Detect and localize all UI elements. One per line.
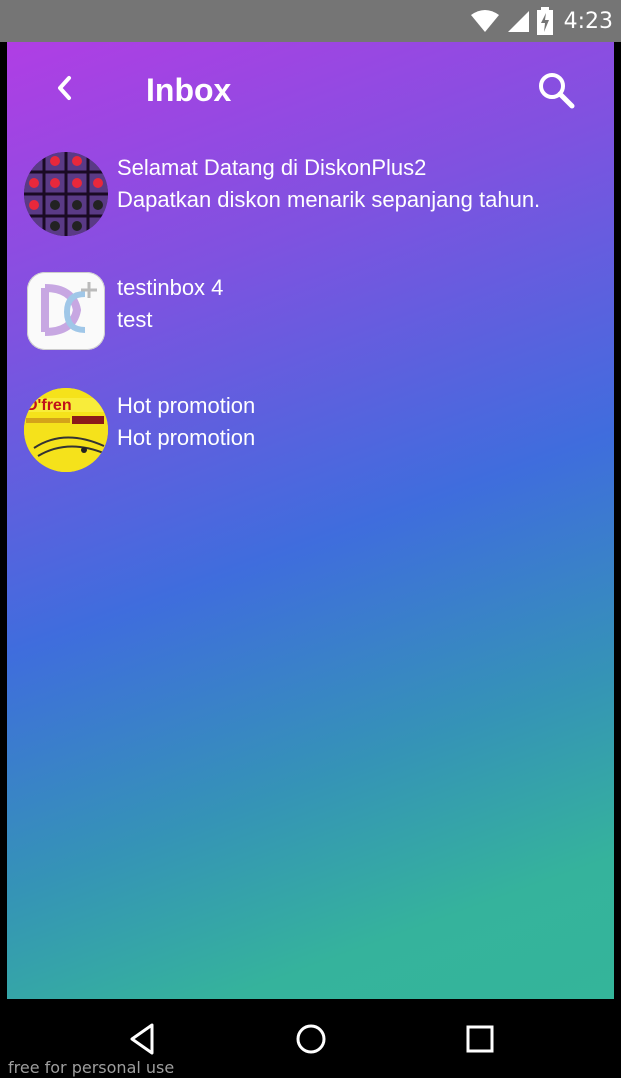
svg-text:D'fren: D'fren bbox=[26, 397, 72, 414]
chevron-left-icon bbox=[58, 76, 71, 100]
message-text: Hot promotion Hot promotion bbox=[117, 390, 255, 454]
square-recents-icon bbox=[466, 1025, 494, 1053]
circle-home-icon bbox=[296, 1024, 326, 1054]
message-body: Dapatkan diskon menarik sepanjang tahun. bbox=[117, 187, 541, 212]
message-text: Selamat Datang di DiskonPlus2 Dapatkan d… bbox=[117, 152, 540, 216]
avatar: D'fren bbox=[24, 388, 108, 472]
inbox-screen: Inbox Selamat Datang di DiskonPlus2 Dapa… bbox=[7, 42, 614, 999]
message-title: Hot promotion bbox=[117, 393, 256, 418]
clock: 4:23 bbox=[563, 8, 613, 34]
list-item[interactable]: testinbox 4 test bbox=[7, 267, 614, 377]
triangle-back-icon bbox=[130, 1023, 154, 1055]
watermark: free for personal use bbox=[8, 1058, 175, 1077]
avatar bbox=[24, 152, 108, 236]
nav-home-button[interactable] bbox=[289, 1017, 333, 1061]
nav-recents-button[interactable] bbox=[458, 1017, 502, 1061]
status-bar: 4:23 bbox=[0, 0, 621, 42]
message-title: Selamat Datang di DiskonPlus2 bbox=[117, 155, 427, 180]
toolbar: Inbox bbox=[7, 42, 614, 142]
message-title: testinbox 4 bbox=[117, 275, 224, 300]
page-title: Inbox bbox=[146, 72, 232, 108]
avatar bbox=[27, 272, 105, 350]
message-body: test bbox=[117, 307, 153, 332]
nav-back-button[interactable] bbox=[120, 1017, 164, 1061]
back-button[interactable] bbox=[47, 70, 83, 106]
message-body: Hot promotion bbox=[117, 425, 256, 450]
status-icons: 4:23 bbox=[470, 0, 613, 42]
search-button[interactable] bbox=[534, 68, 578, 112]
list-item[interactable]: D'fren Hot promotion Hot promotion bbox=[7, 385, 614, 495]
list-item[interactable]: Selamat Datang di DiskonPlus2 Dapatkan d… bbox=[7, 147, 614, 257]
wifi-icon bbox=[470, 10, 499, 32]
message-text: testinbox 4 test bbox=[117, 272, 223, 336]
battery-charging-icon bbox=[536, 7, 553, 35]
signal-icon bbox=[507, 11, 529, 32]
search-icon bbox=[539, 73, 575, 109]
